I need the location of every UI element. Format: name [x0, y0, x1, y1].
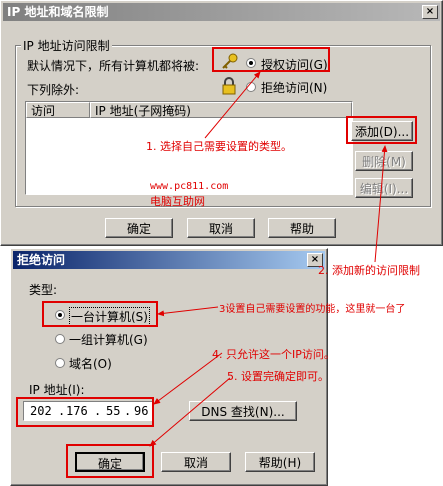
arrow-1 [204, 71, 261, 139]
arrow-5 [149, 377, 231, 447]
note-1: 1. 选择自己需要设置的类型。 [146, 140, 292, 153]
arrow-3 [157, 306, 219, 317]
note-2: 2. 添加新的访问限制 [318, 264, 420, 277]
annotation-arrows [149, 71, 388, 447]
note-4: 4. 只允许这一个IP访问。 [212, 348, 335, 361]
note-3: 3设置自己需要设置的功能，这里就一台了 [219, 304, 406, 315]
arrow-2 [374, 145, 388, 263]
note-5: 5. 设置完确定即可。 [227, 370, 329, 383]
